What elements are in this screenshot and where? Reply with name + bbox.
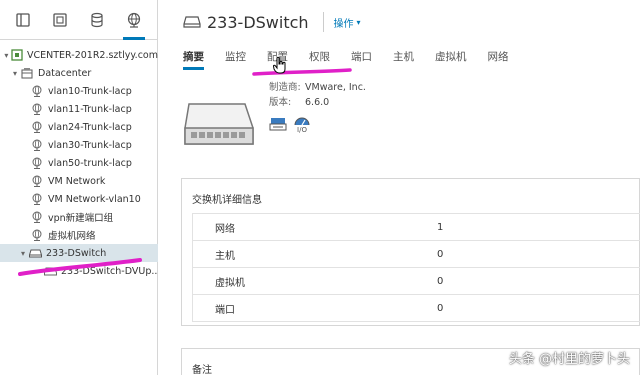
object-header: 233-DSwitch 操作 ▾ xyxy=(183,12,361,32)
hand-cursor-icon xyxy=(273,56,286,74)
details-key: 端口 xyxy=(215,304,235,316)
details-key: 网络 xyxy=(215,223,235,235)
tab-permissions[interactable]: 权限 xyxy=(309,46,330,72)
tree-item-label: vlan10-Trunk-lacp xyxy=(48,85,132,97)
tree-item-label: Datacenter xyxy=(38,67,92,79)
tree-item-portgroup[interactable]: vlan11-Trunk-lacp xyxy=(0,100,158,118)
switch-device-image xyxy=(184,103,254,145)
main-content: 233-DSwitch 操作 ▾ 摘要 监控 配置 权限 端口 主机 虚拟机 网… xyxy=(159,0,640,375)
tree-item-label: 233-DSwitch-DVUp... xyxy=(61,265,158,277)
tab-monitor[interactable]: 监控 xyxy=(225,46,246,72)
version-value: 6.6.0 xyxy=(305,97,330,108)
switch-properties: 制造商: VMware, Inc. 版本: 6.6.0 xyxy=(269,80,469,110)
divider xyxy=(322,12,324,32)
watermark: 头条 @村里的萝卜头 xyxy=(508,352,630,367)
tab-vms[interactable]: 虚拟机 xyxy=(435,46,467,72)
details-row-vms: 虚拟机 0 xyxy=(193,268,640,295)
details-value: 0 xyxy=(437,302,444,314)
tab-summary[interactable]: 摘要 xyxy=(183,46,204,72)
hosts-clusters-icon xyxy=(15,12,30,27)
portgroup-icon xyxy=(30,192,44,206)
tree-item-vcenter[interactable]: ▾ VCENTER-201R2.sztlyy.com xyxy=(0,46,158,64)
details-row-networks: 网络 1 xyxy=(193,214,640,241)
tab-networks[interactable]: 网络 xyxy=(488,46,509,72)
details-value: 0 xyxy=(437,248,444,260)
tab-ports[interactable]: 端口 xyxy=(351,46,372,72)
details-value: 1 xyxy=(437,221,444,233)
tree-item-portgroup[interactable]: vpn新建端口组 xyxy=(0,208,158,226)
tree-item-label: vlan11-Trunk-lacp xyxy=(48,103,132,115)
portgroup-icon xyxy=(30,174,44,188)
networking-tab[interactable] xyxy=(121,7,147,40)
details-key: 主机 xyxy=(215,250,235,262)
tree-item-label: VCENTER-201R2.sztlyy.com xyxy=(27,49,158,61)
tree-item-label: vlan50-trunk-lacp xyxy=(48,157,132,169)
tree-item-uplink-portgroup[interactable]: 233-DSwitch-DVUp... xyxy=(0,262,158,280)
tab-hosts[interactable]: 主机 xyxy=(393,46,414,72)
tree-item-dswitch[interactable]: ▾ 233-DSwitch xyxy=(0,244,158,262)
portgroup-icon xyxy=(30,138,44,152)
io-label: I/O xyxy=(297,126,307,134)
switch-details-title: 交换机详细信息 xyxy=(192,195,262,206)
navigator-panel: ▾ VCENTER-201R2.sztlyy.com ▾ Datacenter … xyxy=(0,0,158,375)
portgroup-icon xyxy=(30,156,44,170)
chevron-down-icon[interactable]: ▾ xyxy=(10,69,20,78)
tree-item-portgroup[interactable]: VM Network-vlan10 xyxy=(0,190,158,208)
dswitch-icon xyxy=(183,16,201,28)
chevron-down-icon[interactable]: ▾ xyxy=(2,51,11,60)
tree-item-portgroup[interactable]: vlan50-trunk-lacp xyxy=(0,154,158,172)
io-control-icon: I/O xyxy=(293,116,311,134)
details-value: 0 xyxy=(437,275,444,287)
tree-item-label: vlan24-Trunk-lacp xyxy=(48,121,132,133)
tree-item-label: vpn新建端口组 xyxy=(48,213,114,224)
hosts-clusters-tab[interactable] xyxy=(10,7,36,33)
tree-item-datacenter[interactable]: ▾ Datacenter xyxy=(0,64,158,82)
manufacturer-key: 制造商: xyxy=(269,82,301,93)
manufacturer-value: VMware, Inc. xyxy=(305,82,366,93)
vcenter-icon xyxy=(11,48,23,62)
tree-item-portgroup[interactable]: VM Network xyxy=(0,172,158,190)
notes-title: 备注 xyxy=(192,365,212,375)
tree-item-portgroup[interactable]: vlan24-Trunk-lacp xyxy=(0,118,158,136)
chevron-down-icon[interactable]: ▾ xyxy=(18,249,28,258)
version-key: 版本: xyxy=(269,97,292,108)
networking-icon xyxy=(128,12,141,28)
tree-item-portgroup[interactable]: 虚拟机网络 xyxy=(0,226,158,244)
portgroup-icon xyxy=(30,102,44,116)
details-row-ports: 端口 0 xyxy=(193,295,640,322)
tree-item-label: 233-DSwitch xyxy=(46,247,107,259)
vms-templates-icon xyxy=(53,12,67,27)
details-row-hosts: 主机 0 xyxy=(193,241,640,268)
actions-label: 操作 xyxy=(333,18,354,30)
status-icons: I/O xyxy=(269,116,311,134)
page-title: 233-DSwitch xyxy=(207,12,309,32)
switch-details-panel: 交换机详细信息 网络 1 主机 0 虚拟机 0 端口 0 xyxy=(181,178,640,326)
portgroup-icon xyxy=(30,210,44,224)
tree-item-portgroup[interactable]: vlan10-Trunk-lacp xyxy=(0,82,158,100)
uplink-portgroup-icon xyxy=(44,264,57,278)
tree-item-label: 虚拟机网络 xyxy=(48,231,96,242)
portgroup-icon xyxy=(30,120,44,134)
details-key: 虚拟机 xyxy=(215,277,245,289)
network-adapter-icon xyxy=(269,118,287,131)
tree-item-label: VM Network xyxy=(48,175,106,187)
actions-menu[interactable]: 操作 ▾ xyxy=(334,15,361,30)
storage-tab[interactable] xyxy=(84,7,110,33)
switch-details-table: 网络 1 主机 0 虚拟机 0 端口 0 xyxy=(192,213,640,322)
object-tabs: 摘要 监控 配置 权限 端口 主机 虚拟机 网络 xyxy=(183,46,530,72)
tree-item-label: VM Network-vlan10 xyxy=(48,193,141,205)
storage-icon xyxy=(91,12,103,27)
tree-item-portgroup[interactable]: vlan30-Trunk-lacp xyxy=(0,136,158,154)
vms-templates-tab[interactable] xyxy=(47,7,73,33)
tree-item-label: vlan30-Trunk-lacp xyxy=(48,139,132,151)
portgroup-icon xyxy=(30,84,44,98)
chevron-down-icon: ▾ xyxy=(356,17,361,27)
dswitch-icon xyxy=(28,246,42,260)
datacenter-icon xyxy=(20,66,34,80)
portgroup-icon xyxy=(30,228,44,242)
navigator-tabs xyxy=(0,0,157,40)
